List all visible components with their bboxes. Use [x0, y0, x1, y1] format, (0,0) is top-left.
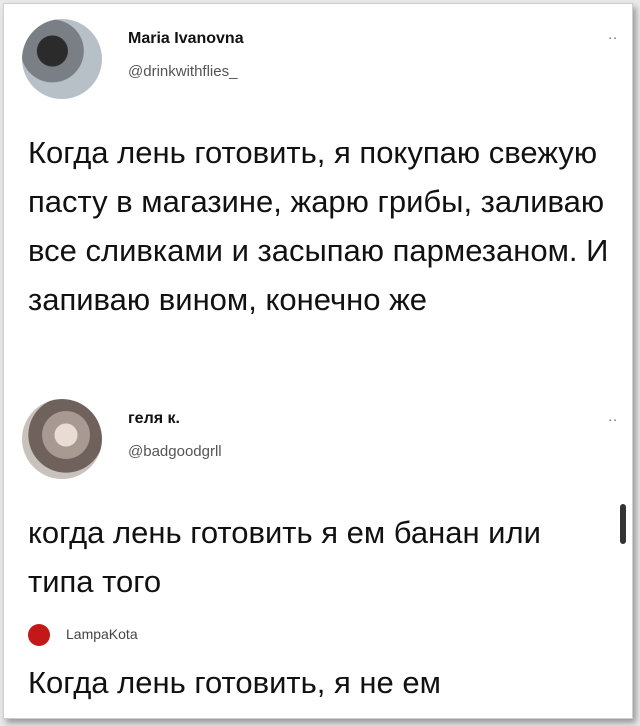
- author-name[interactable]: геля к.: [128, 410, 180, 428]
- more-icon[interactable]: ..: [608, 26, 618, 42]
- more-icon[interactable]: ..: [608, 408, 618, 424]
- tweet-2: геля к. @badgoodgrll .. когда лень готов…: [4, 386, 632, 606]
- scroll-mark: [620, 504, 626, 544]
- comment-author[interactable]: LampaKota: [66, 626, 138, 642]
- comment: LampaKota Когда лень готовить, я не ем: [4, 610, 632, 718]
- author-name[interactable]: Maria Ivanovna: [128, 30, 244, 48]
- comment-text: Когда лень готовить, я не ем: [28, 665, 441, 700]
- logo-icon: [28, 624, 50, 646]
- avatar[interactable]: [22, 399, 102, 479]
- tweet-1: Maria Ivanovna @drinkwithflies_ .. Когда…: [4, 4, 632, 384]
- avatar[interactable]: [22, 19, 102, 99]
- author-handle[interactable]: @drinkwithflies_: [128, 63, 237, 80]
- author-handle[interactable]: @badgoodgrll: [128, 443, 222, 460]
- tweet-text: Когда лень готовить, я покупаю свежую па…: [28, 135, 609, 317]
- tweet-text: когда лень готовить я ем банан или типа …: [28, 515, 541, 599]
- post-card: Maria Ivanovna @drinkwithflies_ .. Когда…: [3, 3, 633, 719]
